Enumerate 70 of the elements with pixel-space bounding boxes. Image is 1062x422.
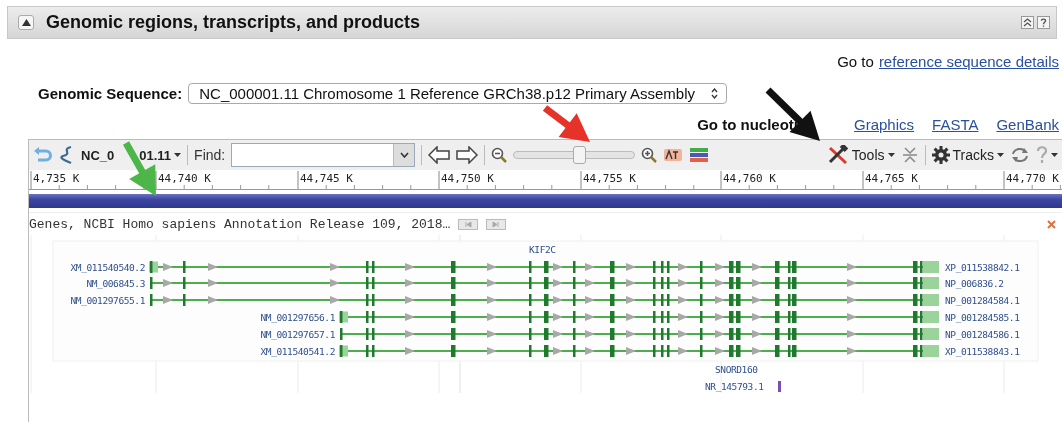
- gear-icon: [931, 146, 950, 164]
- product-label[interactable]: XP_011538842.1: [945, 262, 1020, 273]
- ruler-label: 44,745 K: [300, 172, 353, 185]
- zoom-out-icon[interactable]: [491, 147, 508, 163]
- product-label[interactable]: XP_011538843.1: [945, 346, 1020, 357]
- product-label[interactable]: NP_001284585.1: [945, 312, 1020, 323]
- triangle-icon: [21, 19, 31, 26]
- ruler-label: 44,755 K: [583, 172, 636, 185]
- product-label[interactable]: NP_006836.2: [945, 278, 1004, 289]
- product-label[interactable]: NP_001284584.1: [945, 295, 1020, 306]
- sequence-menu[interactable]: NC_0 01.11: [81, 147, 182, 163]
- transcript-model[interactable]: [339, 345, 939, 357]
- question-mark-icon: [1036, 146, 1048, 164]
- chevron-down-icon: [399, 152, 409, 158]
- sequence-letters-icon[interactable]: [663, 147, 684, 163]
- transcript-label[interactable]: XM_011540541.2: [260, 346, 335, 357]
- collapse-icon[interactable]: [900, 146, 919, 164]
- section-title: Genomic regions, transcripts, and products: [46, 12, 421, 33]
- ruler-label: 44,760 K: [723, 172, 776, 185]
- go-to-label: Go to: [837, 53, 874, 70]
- help-menu[interactable]: [1036, 146, 1058, 164]
- transcript-model[interactable]: [339, 311, 939, 323]
- transcript-model[interactable]: [150, 277, 939, 289]
- caret-icon: [997, 153, 1004, 157]
- zoom-slider[interactable]: [513, 146, 636, 164]
- help-icon[interactable]: [1037, 16, 1050, 29]
- refresh-icon[interactable]: [1010, 146, 1030, 164]
- color-tracks-icon[interactable]: [689, 147, 710, 163]
- ruler-label: 44,770 K: [1006, 172, 1059, 185]
- product-label[interactable]: NP_001284586.1: [945, 329, 1020, 340]
- close-icon[interactable]: [1047, 219, 1056, 229]
- transcript-model[interactable]: [150, 294, 939, 306]
- tools-menu[interactable]: Tools: [826, 145, 895, 165]
- format-link[interactable]: Graphics: [854, 116, 915, 133]
- track-title: Genes, NCBI Homo sapiens Annotation Release 109, 2018…: [29, 216, 451, 232]
- go-to-nucleotide-label: Go to nucleoti: [697, 116, 798, 133]
- ruler-label: 44,765 K: [865, 172, 918, 185]
- rna-feature: [778, 381, 781, 392]
- slider-thumb[interactable]: [573, 146, 587, 164]
- left-arrow-icon[interactable]: [428, 146, 451, 164]
- ruler-label: 44,740 K: [158, 172, 211, 185]
- caret-icon: [887, 153, 895, 157]
- transcript-model[interactable]: [149, 261, 939, 273]
- sequence-select[interactable]: NC_000001.11 Chromosome 1 Reference GRCh38.p12 Primary Assembly: [188, 83, 727, 104]
- stepper-icon: [711, 88, 718, 99]
- caret-icon: [1051, 153, 1058, 157]
- genomic-sequence-label: Genomic Sequence:: [38, 85, 183, 102]
- right-arrow-icon[interactable]: [456, 146, 479, 164]
- caret-icon: [174, 153, 182, 157]
- transcript-label[interactable]: NR_145793.1: [705, 381, 764, 392]
- move-up-icon[interactable]: [1021, 16, 1034, 29]
- transcript-label[interactable]: NM_006845.3: [86, 278, 145, 289]
- transcript-label[interactable]: XM_011540540.2: [70, 262, 145, 273]
- hammer-wrench-icon: [826, 145, 849, 165]
- format-link[interactable]: GenBank: [996, 116, 1059, 133]
- reference-details-link[interactable]: reference sequence details: [878, 53, 1059, 70]
- gene-name: SNORD160: [715, 364, 758, 375]
- format-link[interactable]: FASTA: [932, 116, 979, 133]
- tracks-menu[interactable]: Tracks: [931, 146, 1004, 164]
- ruler-label: 44,750 K: [441, 172, 494, 185]
- transcript-label[interactable]: NM_001297655.1: [70, 295, 145, 306]
- gene-name: KIF2C: [529, 244, 556, 255]
- find-field[interactable]: [231, 143, 416, 167]
- find-label: Find:: [194, 147, 226, 163]
- transcript-label[interactable]: NM_001297657.1: [260, 329, 335, 340]
- transcript-model[interactable]: [340, 328, 939, 340]
- ruler-label: 4,735 K: [33, 172, 80, 185]
- transcript-label[interactable]: NM_001297656.1: [260, 312, 335, 323]
- collapse-toggle[interactable]: [18, 15, 34, 30]
- zoom-in-icon[interactable]: [641, 147, 658, 163]
